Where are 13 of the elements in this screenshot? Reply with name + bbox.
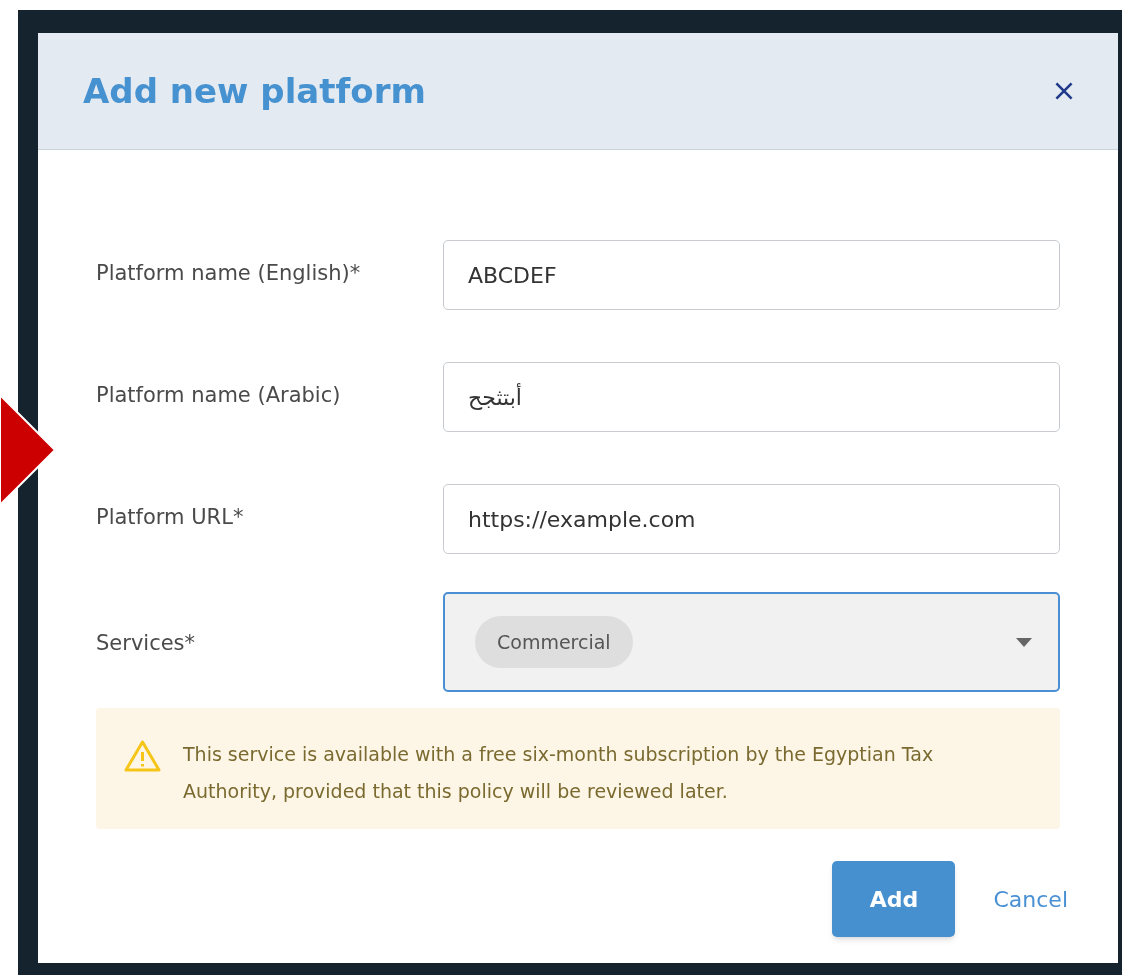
input-field[interactable]: https://example.com — [443, 484, 1060, 554]
service-tag: Commercial — [475, 615, 633, 669]
warning-icon — [124, 740, 161, 772]
dialog-title: Add new platform — [83, 69, 426, 113]
alert-text: This service is available with a free six-month subscription by the Egyptian Tax Authority, provided that this policy will be reviewed later. — [183, 742, 935, 804]
input-field[interactable]: أبتثجح — [443, 362, 1060, 432]
input-field[interactable]: ABCDEF — [443, 240, 1060, 310]
select-field[interactable]: Commercial — [443, 592, 1060, 692]
field-label: Services* — [96, 630, 197, 657]
field-label: Platform name (Arabic) — [96, 382, 342, 409]
field-label: Platform URL* — [96, 504, 245, 531]
field-label: Platform name (English)* — [96, 260, 362, 287]
caret-icon — [1016, 637, 1032, 647]
